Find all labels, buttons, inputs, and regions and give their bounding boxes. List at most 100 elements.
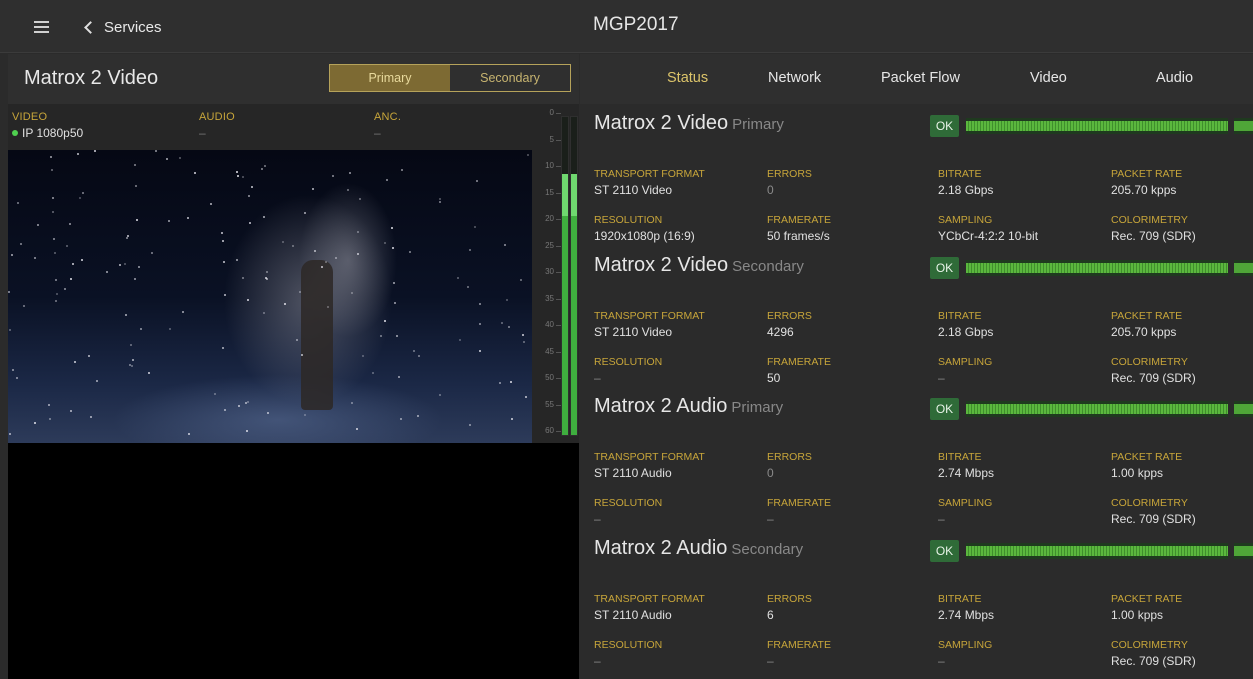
snow-speck — [335, 257, 337, 259]
field-resolution: RESOLUTION – — [594, 639, 662, 668]
value-transport-format: ST 2110 Audio — [594, 608, 672, 622]
snow-speck — [224, 294, 226, 296]
snow-speck — [222, 240, 224, 242]
snow-speck — [16, 377, 18, 379]
menu-icon[interactable] — [34, 21, 49, 33]
meter-tick: 20 — [534, 214, 561, 223]
snow-speck — [182, 311, 184, 313]
snow-speck — [168, 220, 170, 222]
snow-speck — [9, 329, 11, 331]
field-packet-rate: PACKET RATE 205.70 kpps — [1111, 310, 1182, 339]
field-framerate: FRAMERATE – — [767, 639, 831, 668]
back-button[interactable]: Services — [84, 16, 162, 38]
stream-block: Matrox 2 Audio Secondary OK TRANSPORT FOR… — [580, 537, 1253, 679]
value-colorimetry: Rec. 709 (SDR) — [1111, 512, 1196, 526]
meter-tick: 5 — [534, 135, 561, 144]
field-errors: ERRORS 4296 — [767, 310, 812, 339]
snow-speck — [282, 241, 284, 243]
snow-speck — [301, 354, 303, 356]
stream-path: Secondary — [731, 541, 804, 558]
segment-secondary[interactable]: Secondary — [450, 65, 570, 91]
stream-block: Matrox 2 Audio Primary OK TRANSPORT FORMA… — [580, 395, 1253, 537]
snow-speck — [119, 264, 121, 266]
snow-speck — [249, 222, 251, 224]
value-packet-rate: 205.70 kpps — [1111, 325, 1177, 339]
snow-speck — [325, 261, 327, 263]
label-colorimetry: COLORIMETRY — [1111, 214, 1188, 226]
value-errors: 4296 — [767, 325, 794, 339]
snow-speck — [263, 312, 265, 314]
value-bitrate: 2.18 Gbps — [938, 325, 994, 339]
meter-tick: 30 — [534, 267, 561, 276]
label-packet-rate: PACKET RATE — [1111, 593, 1183, 605]
stream-name: Matrox 2 Video Secondary — [594, 254, 804, 277]
value-colorimetry: Rec. 709 (SDR) — [1111, 371, 1196, 385]
snow-speck — [236, 259, 238, 261]
snow-speck — [356, 428, 358, 430]
chevron-left-icon — [84, 20, 97, 34]
snow-speck — [398, 376, 400, 378]
snow-speck — [242, 277, 244, 279]
label-framerate: FRAMERATE — [767, 356, 831, 368]
value-colorimetry: Rec. 709 (SDR) — [1111, 229, 1196, 243]
field-resolution: RESOLUTION 1920x1080p (16:9) — [594, 214, 695, 243]
field-sampling: SAMPLING – — [938, 497, 992, 526]
meter-fill-right — [571, 174, 577, 435]
snow-speck — [372, 372, 374, 374]
snow-speck — [474, 226, 476, 228]
snow-speck — [351, 402, 353, 404]
segment-primary[interactable]: Primary — [330, 65, 450, 91]
snow-speck — [266, 278, 268, 280]
snow-speck — [11, 254, 13, 256]
snow-speck — [23, 305, 25, 307]
snow-speck — [166, 158, 168, 160]
label-errors: ERRORS — [767, 168, 812, 180]
snow-speck — [527, 154, 529, 156]
snow-speck — [321, 266, 323, 268]
video-info-value: IP 1080p50 — [12, 126, 83, 140]
snow-speck — [132, 359, 134, 361]
tab-network[interactable]: Network — [768, 70, 821, 86]
value-resolution: – — [594, 512, 601, 526]
essence-info: VIDEO IP 1080p50 AUDIO – ANC. – — [8, 104, 556, 150]
snow-speck — [479, 303, 481, 305]
snow-speck — [155, 150, 157, 152]
snow-speck — [222, 347, 224, 349]
snow-speck — [17, 202, 19, 204]
tab-audio[interactable]: Audio — [1156, 70, 1193, 86]
snow-speck — [55, 300, 57, 302]
snow-speck — [37, 224, 39, 226]
meter-bar-right — [570, 116, 578, 436]
tab-status[interactable]: Status — [667, 70, 708, 86]
anc-info-label: ANC. — [374, 111, 402, 123]
label-colorimetry: COLORIMETRY — [1111, 497, 1188, 509]
value-transport-format: ST 2110 Audio — [594, 466, 672, 480]
meter-tick: 25 — [534, 241, 561, 250]
label-resolution: RESOLUTION — [594, 356, 663, 368]
snow-speck — [69, 223, 71, 225]
meter-tick: 0 — [534, 108, 561, 117]
value-sampling: – — [938, 654, 945, 668]
snow-speck — [501, 322, 503, 324]
field-bitrate: BITRATE 2.74 Mbps — [938, 593, 994, 622]
tab-packet-flow[interactable]: Packet Flow — [881, 70, 960, 86]
bitrate-graph-overflow — [1234, 260, 1253, 276]
tab-video[interactable]: Video — [1030, 70, 1067, 86]
snow-speck — [359, 198, 361, 200]
value-packet-rate: 205.70 kpps — [1111, 183, 1177, 197]
field-framerate: FRAMERATE – — [767, 497, 831, 526]
audio-info-value: – — [199, 126, 206, 140]
snow-speck — [194, 172, 196, 174]
snow-speck — [391, 227, 393, 229]
snow-speck — [332, 175, 334, 177]
snow-speck — [151, 252, 153, 254]
snow-speck — [126, 237, 128, 239]
snow-speck — [304, 414, 306, 416]
snow-speck — [504, 244, 506, 246]
snow-speck — [50, 156, 52, 158]
snow-speck — [327, 306, 329, 308]
snow-speck — [261, 168, 263, 170]
snow-speck — [134, 278, 136, 280]
snow-speck — [34, 257, 36, 259]
snow-speck — [214, 393, 216, 395]
